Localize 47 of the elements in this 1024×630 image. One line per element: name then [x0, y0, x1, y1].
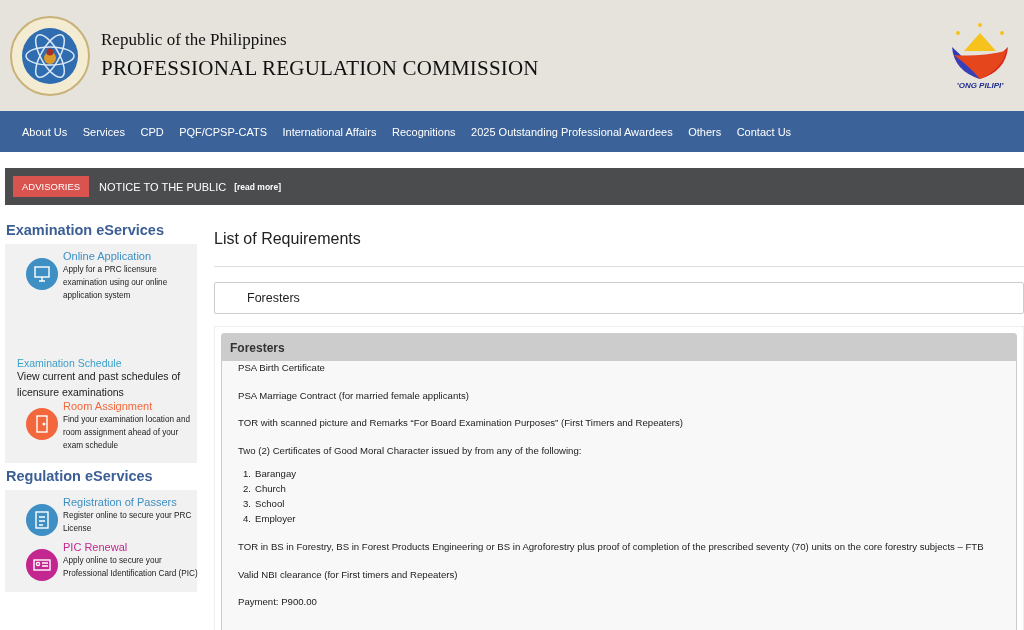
advisory-label: ADVISORIES — [13, 176, 90, 197]
nav-link[interactable]: PQF/CPSP-CATS — [179, 125, 267, 138]
requirement-text: Valid NBI clearance (for First timers and Repeaters) — [238, 568, 459, 581]
list-number: 2. — [243, 482, 251, 496]
list-number: 4. — [243, 512, 251, 526]
service-link[interactable]: Online Application — [63, 250, 198, 262]
logo-caption: ʼONG PILIPIʼ — [956, 81, 1004, 90]
computer-icon[interactable] — [26, 258, 58, 290]
list-item: Employer — [255, 512, 296, 526]
service-link[interactable]: Registration of Passers — [63, 496, 198, 508]
service-link[interactable]: PIC Renewal — [63, 541, 198, 553]
nav-link[interactable]: Contact Us — [736, 125, 792, 138]
list-number: 1. — [243, 467, 251, 481]
nav-link[interactable]: Others — [688, 125, 722, 138]
requirement-text: Two (2) Certificates of Good Moral Character issued by from any of the following: — [238, 444, 583, 457]
sidebar-heading: Examination eServices — [6, 222, 165, 238]
list-item: Barangay — [255, 467, 297, 481]
nav-link[interactable]: About Us — [22, 125, 68, 138]
clipboard-icon[interactable] — [26, 504, 58, 536]
list-item: School — [255, 497, 285, 511]
requirement-text: TOR with scanned picture and Remarks “For Board Examination Purposes” (First Timers and Repeaters) — [238, 417, 685, 429]
page-heading: List of Requirements — [214, 230, 1024, 267]
search-field[interactable]: Foresters — [214, 282, 1024, 314]
service-description: Find your examination location and room assignment ahead of your exam schedule — [63, 414, 191, 452]
advisory-notice: NOTICE TO THE PUBLIC — [99, 180, 227, 193]
requirement-text: PSA Birth Certificate — [238, 362, 326, 374]
door-icon[interactable] — [26, 408, 58, 440]
idcard-icon[interactable] — [26, 549, 58, 581]
requirement-text: Payment: P900.00 — [238, 596, 318, 608]
header-title: PROFESSIONAL REGULATION COMMISSION — [101, 56, 539, 81]
nav-link[interactable]: Recognitions — [391, 125, 456, 138]
nav-link[interactable]: 2025 Outstanding Professional Awardees — [471, 125, 673, 138]
service-description: Apply online to secure your Professional Identification Card (PIC) — [63, 555, 198, 580]
panel-header: Foresters — [222, 334, 1016, 361]
list-item: Church — [255, 482, 286, 496]
sidebar-heading: Regulation eServices — [6, 468, 154, 484]
service-description: View current and past schedules of licensure examinations — [17, 369, 182, 400]
nav-link[interactable]: International Affairs — [282, 125, 377, 138]
read-more-link[interactable]: [read more] — [234, 181, 281, 192]
nav-link[interactable]: CPD — [140, 125, 164, 138]
list-number: 3. — [243, 497, 251, 511]
requirement-text: PSA Marriage Contract (for married female applicants) — [238, 389, 470, 402]
nav-link[interactable]: Services — [82, 125, 125, 138]
header-subtitle: Republic of the Philippines — [101, 30, 288, 50]
service-description: Apply for a PRC licensure examination using our online application system — [63, 264, 169, 302]
requirement-text: TOR in BS in Forestry, BS in Forest Products Engineering or BS in Agroforestry plus proof of completion of the prescribed seventy (70) units on the core forestry subjects – FTB — [238, 541, 985, 553]
service-description: Register online to secure your PRC License — [63, 510, 193, 535]
